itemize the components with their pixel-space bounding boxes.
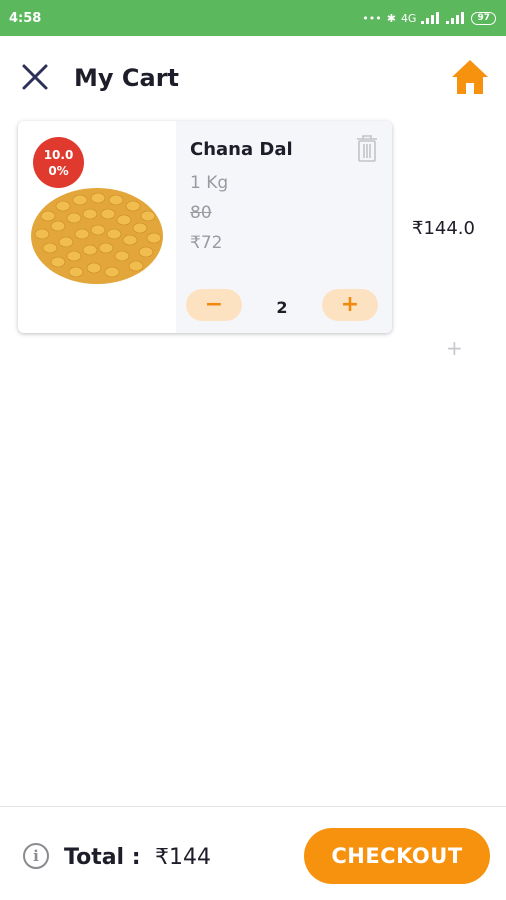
product-image xyxy=(31,188,163,284)
status-icons: ••• ✱ 4G 97 xyxy=(362,11,496,25)
total-value: ₹144 xyxy=(155,845,211,870)
battery-indicator: 97 xyxy=(471,11,496,25)
home-icon[interactable] xyxy=(450,58,490,96)
app-header: My Cart xyxy=(0,36,506,118)
trash-icon[interactable] xyxy=(354,133,380,163)
checkout-button[interactable]: CHECKOUT xyxy=(304,828,490,884)
discount-badge: 10.0 0% xyxy=(33,137,84,188)
decrease-quantity-button[interactable]: − xyxy=(186,289,242,321)
item-line-total: ₹144.0 xyxy=(412,218,475,239)
more-dots-icon: ••• xyxy=(362,11,382,25)
page-title: My Cart xyxy=(74,64,179,92)
status-time: 4:58 xyxy=(9,10,42,26)
close-icon[interactable] xyxy=(18,60,52,94)
product-name: Chana Dal xyxy=(190,139,293,160)
status-bar: 4:58 ••• ✱ 4G 97 xyxy=(0,0,506,36)
increase-quantity-button[interactable]: + xyxy=(322,289,378,321)
network-type: 4G xyxy=(400,11,417,25)
discount-badge-line2: 0% xyxy=(48,164,69,178)
product-mrp: 80 xyxy=(190,203,212,223)
signal-icon xyxy=(421,12,441,24)
quantity-value: 2 xyxy=(276,298,288,317)
info-icon[interactable]: i xyxy=(23,843,49,869)
discount-badge-line1: 10.0 xyxy=(43,148,74,162)
signal-icon-2 xyxy=(446,12,466,24)
total-label: Total : xyxy=(64,845,141,870)
cart-item-card: 10.0 0% Chana Dal 1 Kg 80 ₹72 − 2 + xyxy=(18,121,392,333)
cart-footer: i Total : ₹144 CHECKOUT xyxy=(0,806,506,900)
product-price: ₹72 xyxy=(190,233,223,253)
add-icon[interactable]: + xyxy=(446,336,463,360)
product-unit: 1 Kg xyxy=(190,173,229,193)
bluetooth-icon: ✱ xyxy=(386,11,396,25)
